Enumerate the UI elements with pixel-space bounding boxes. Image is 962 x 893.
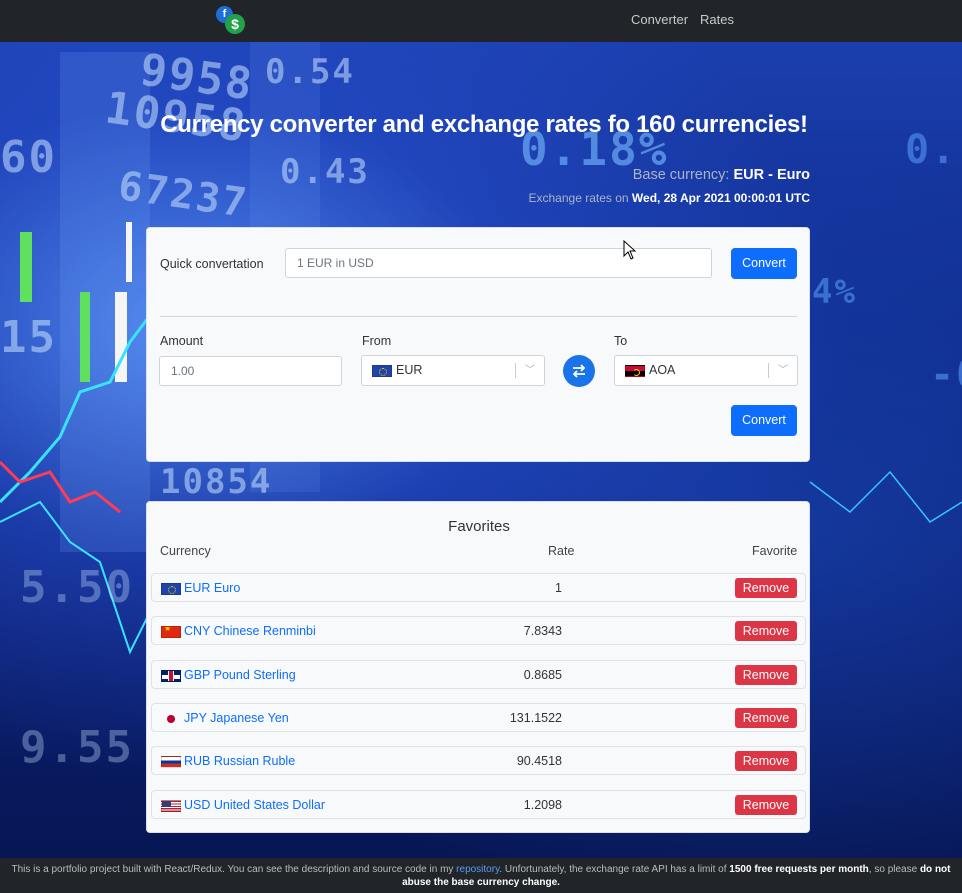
remove-button[interactable]: Remove [735,708,797,728]
table-row: USD United States Dollar 1.2098 Remove [151,790,806,819]
rate-value: 131.1522 [509,711,562,725]
footer-text: . Unfortunately, the exchange rate API h… [499,864,730,875]
select-separator [515,363,516,378]
header-currency: Currency [160,544,211,558]
remove-button[interactable]: Remove [735,795,797,815]
table-row: GBP Pound Sterling 0.8685 Remove [151,660,806,689]
favorites-card: Favorites Currency Rate Favorite EUR Eur… [146,501,810,833]
rate-value: 1.2098 [523,798,562,812]
amount-input[interactable]: 1.00 [159,356,342,386]
base-currency-label: Base currency: [632,167,730,183]
swap-currencies-button[interactable] [563,355,595,387]
quick-convert-input[interactable]: 1 EUR in USD [285,248,712,278]
bg-number: 0.54 [265,52,355,92]
bg-number: 0.43 [280,152,370,192]
chevron-down-icon[interactable]: ﹀ [778,356,788,385]
rates-date-value: Wed, 28 Apr 2021 00:00:01 UTC [631,191,810,205]
table-row: JPY Japanese Yen 131.1522 Remove [151,703,806,732]
quick-convert-label: Quick convertation [160,257,264,271]
page-title: Currency converter and exchange rates fo… [160,111,808,138]
table-row: RUB Russian Ruble 90.4518 Remove [151,746,806,775]
bg-number: 5.50 [20,562,134,613]
footer: This is a portfolio project built with R… [0,858,962,893]
convert-button[interactable]: Convert [731,405,797,436]
remove-button[interactable]: Remove [735,578,797,598]
logo-dollar-icon: $ [225,14,245,34]
select-separator [768,363,769,378]
nav-link-converter[interactable]: Converter [631,12,688,27]
bg-number: 9.55 [20,722,134,773]
base-currency-line: Base currency: EUR - Euro [633,167,810,183]
bg-number: 15 [0,312,57,363]
remove-button[interactable]: Remove [735,751,797,771]
swap-arrows-icon [572,364,586,378]
from-currency-value: EUR [396,363,423,377]
eu-flag-icon [372,365,392,377]
repository-link[interactable]: repository [456,864,499,875]
from-currency-select[interactable]: EUR ﹀ [361,355,545,386]
remove-button[interactable]: Remove [735,665,797,685]
chevron-down-icon[interactable]: ﹀ [525,356,535,385]
bg-number: 60 [0,132,57,183]
navbar: f $ Converter Rates [0,0,962,42]
mouse-cursor-icon [623,240,637,260]
footer-text: This is a portfolio project built with R… [11,864,457,875]
header-rate: Rate [548,544,575,558]
rate-value: 7.8343 [523,624,562,638]
bg-number: 10854 [160,462,273,502]
rates-date-label: Exchange rates on [528,191,629,205]
base-currency-value: EUR - Euro [733,167,810,183]
rate-value: 0.8685 [523,668,562,682]
bg-number: 4% [812,272,857,312]
ao-flag-icon [625,365,645,377]
table-row: EUR Euro 1 Remove [151,573,806,602]
rate-value: 1 [555,581,562,595]
amount-label: Amount [160,334,204,348]
favorites-title: Favorites [448,518,510,535]
to-label: To [614,334,628,348]
nav-link-rates[interactable]: Rates [700,12,734,27]
rates-date-line: Exchange rates on Wed, 28 Apr 2021 00:00… [529,191,811,205]
header-favorite: Favorite [752,544,798,558]
to-currency-select[interactable]: AOA ﹀ [614,355,798,386]
footer-bold: 1500 free requests per month [729,864,869,875]
table-row: CNY Chinese Renminbi 7.8343 Remove [151,616,806,645]
logo[interactable]: f $ [216,6,246,34]
to-currency-value: AOA [649,363,676,377]
divider [160,316,797,317]
rate-value: 90.4518 [516,754,562,768]
quick-convert-button[interactable]: Convert [731,248,797,279]
converter-card: Quick convertation 1 EUR in USD Convert … [146,227,810,462]
bg-number: -0 [930,352,962,398]
footer-text: , so please [868,864,920,875]
remove-button[interactable]: Remove [735,621,797,641]
from-label: From [362,334,392,348]
nav-links: Converter Rates [631,12,734,27]
